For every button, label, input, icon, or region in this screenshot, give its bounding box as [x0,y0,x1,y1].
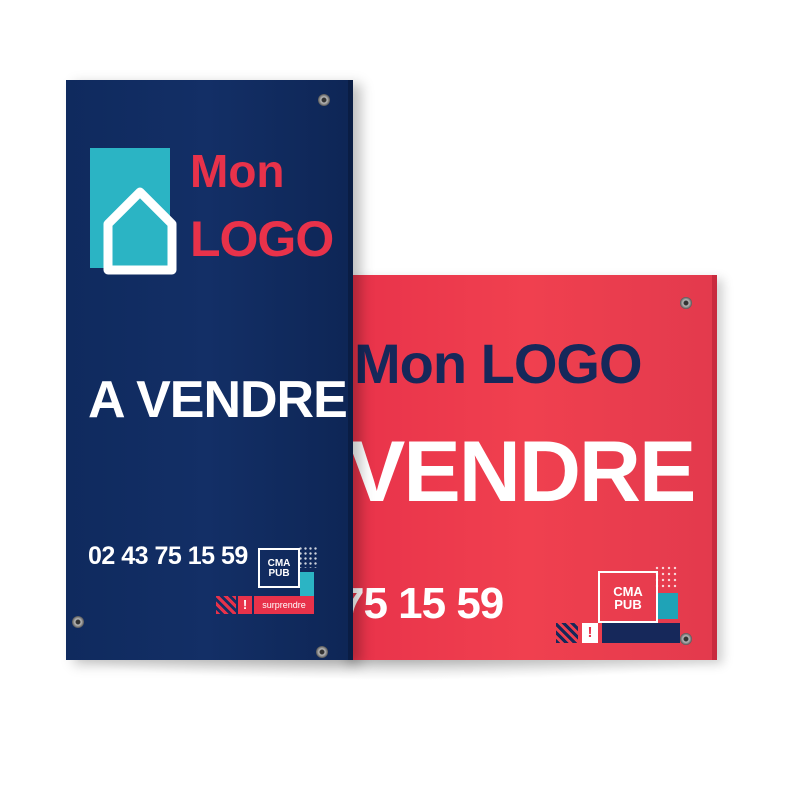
dot-pattern [298,546,318,568]
red-sign-logo: Mon LOGO [354,332,643,395]
house-icon [103,187,177,275]
red-sign-headline: VENDRE [348,424,696,520]
badge-accent [300,572,314,596]
exclamation-icon: ! [582,623,598,643]
red-sign-badge: CMA PUB [598,571,658,623]
badge-accent [658,593,678,619]
stripe-bar [602,623,680,643]
product-scene: Mon LOGO VENDRE 75 15 59 CMA PUB ! Mon L… [0,0,800,800]
blue-sign-logo-line2: LOGO [190,211,334,267]
red-sign-phone: 75 15 59 [340,579,504,628]
badge-bottom: PUB [614,597,642,612]
blue-sign-panel: Mon LOGO A VENDRE 02 43 75 15 59 CMA PUB… [66,80,353,660]
blue-sign-stripe: ! surprendre [216,596,326,614]
blue-sign-logo-line1: Mon [190,145,285,197]
red-sign-panel: Mon LOGO VENDRE 75 15 59 CMA PUB ! [340,275,717,660]
blue-sign-headline: A VENDRE [88,371,348,429]
grommet [316,646,328,658]
grommet [72,616,84,628]
hatch-pattern [216,596,236,614]
red-sign-stripe: ! [556,623,696,643]
blue-sign-badge: CMA PUB [258,548,300,588]
exclamation-icon: ! [238,596,252,614]
blue-sign-phone: 02 43 75 15 59 [88,542,248,570]
badge-bottom: PUB [268,568,290,579]
hatch-pattern [556,623,578,643]
grommet [318,94,330,106]
tagline: surprendre [254,596,314,614]
grommet [680,297,692,309]
